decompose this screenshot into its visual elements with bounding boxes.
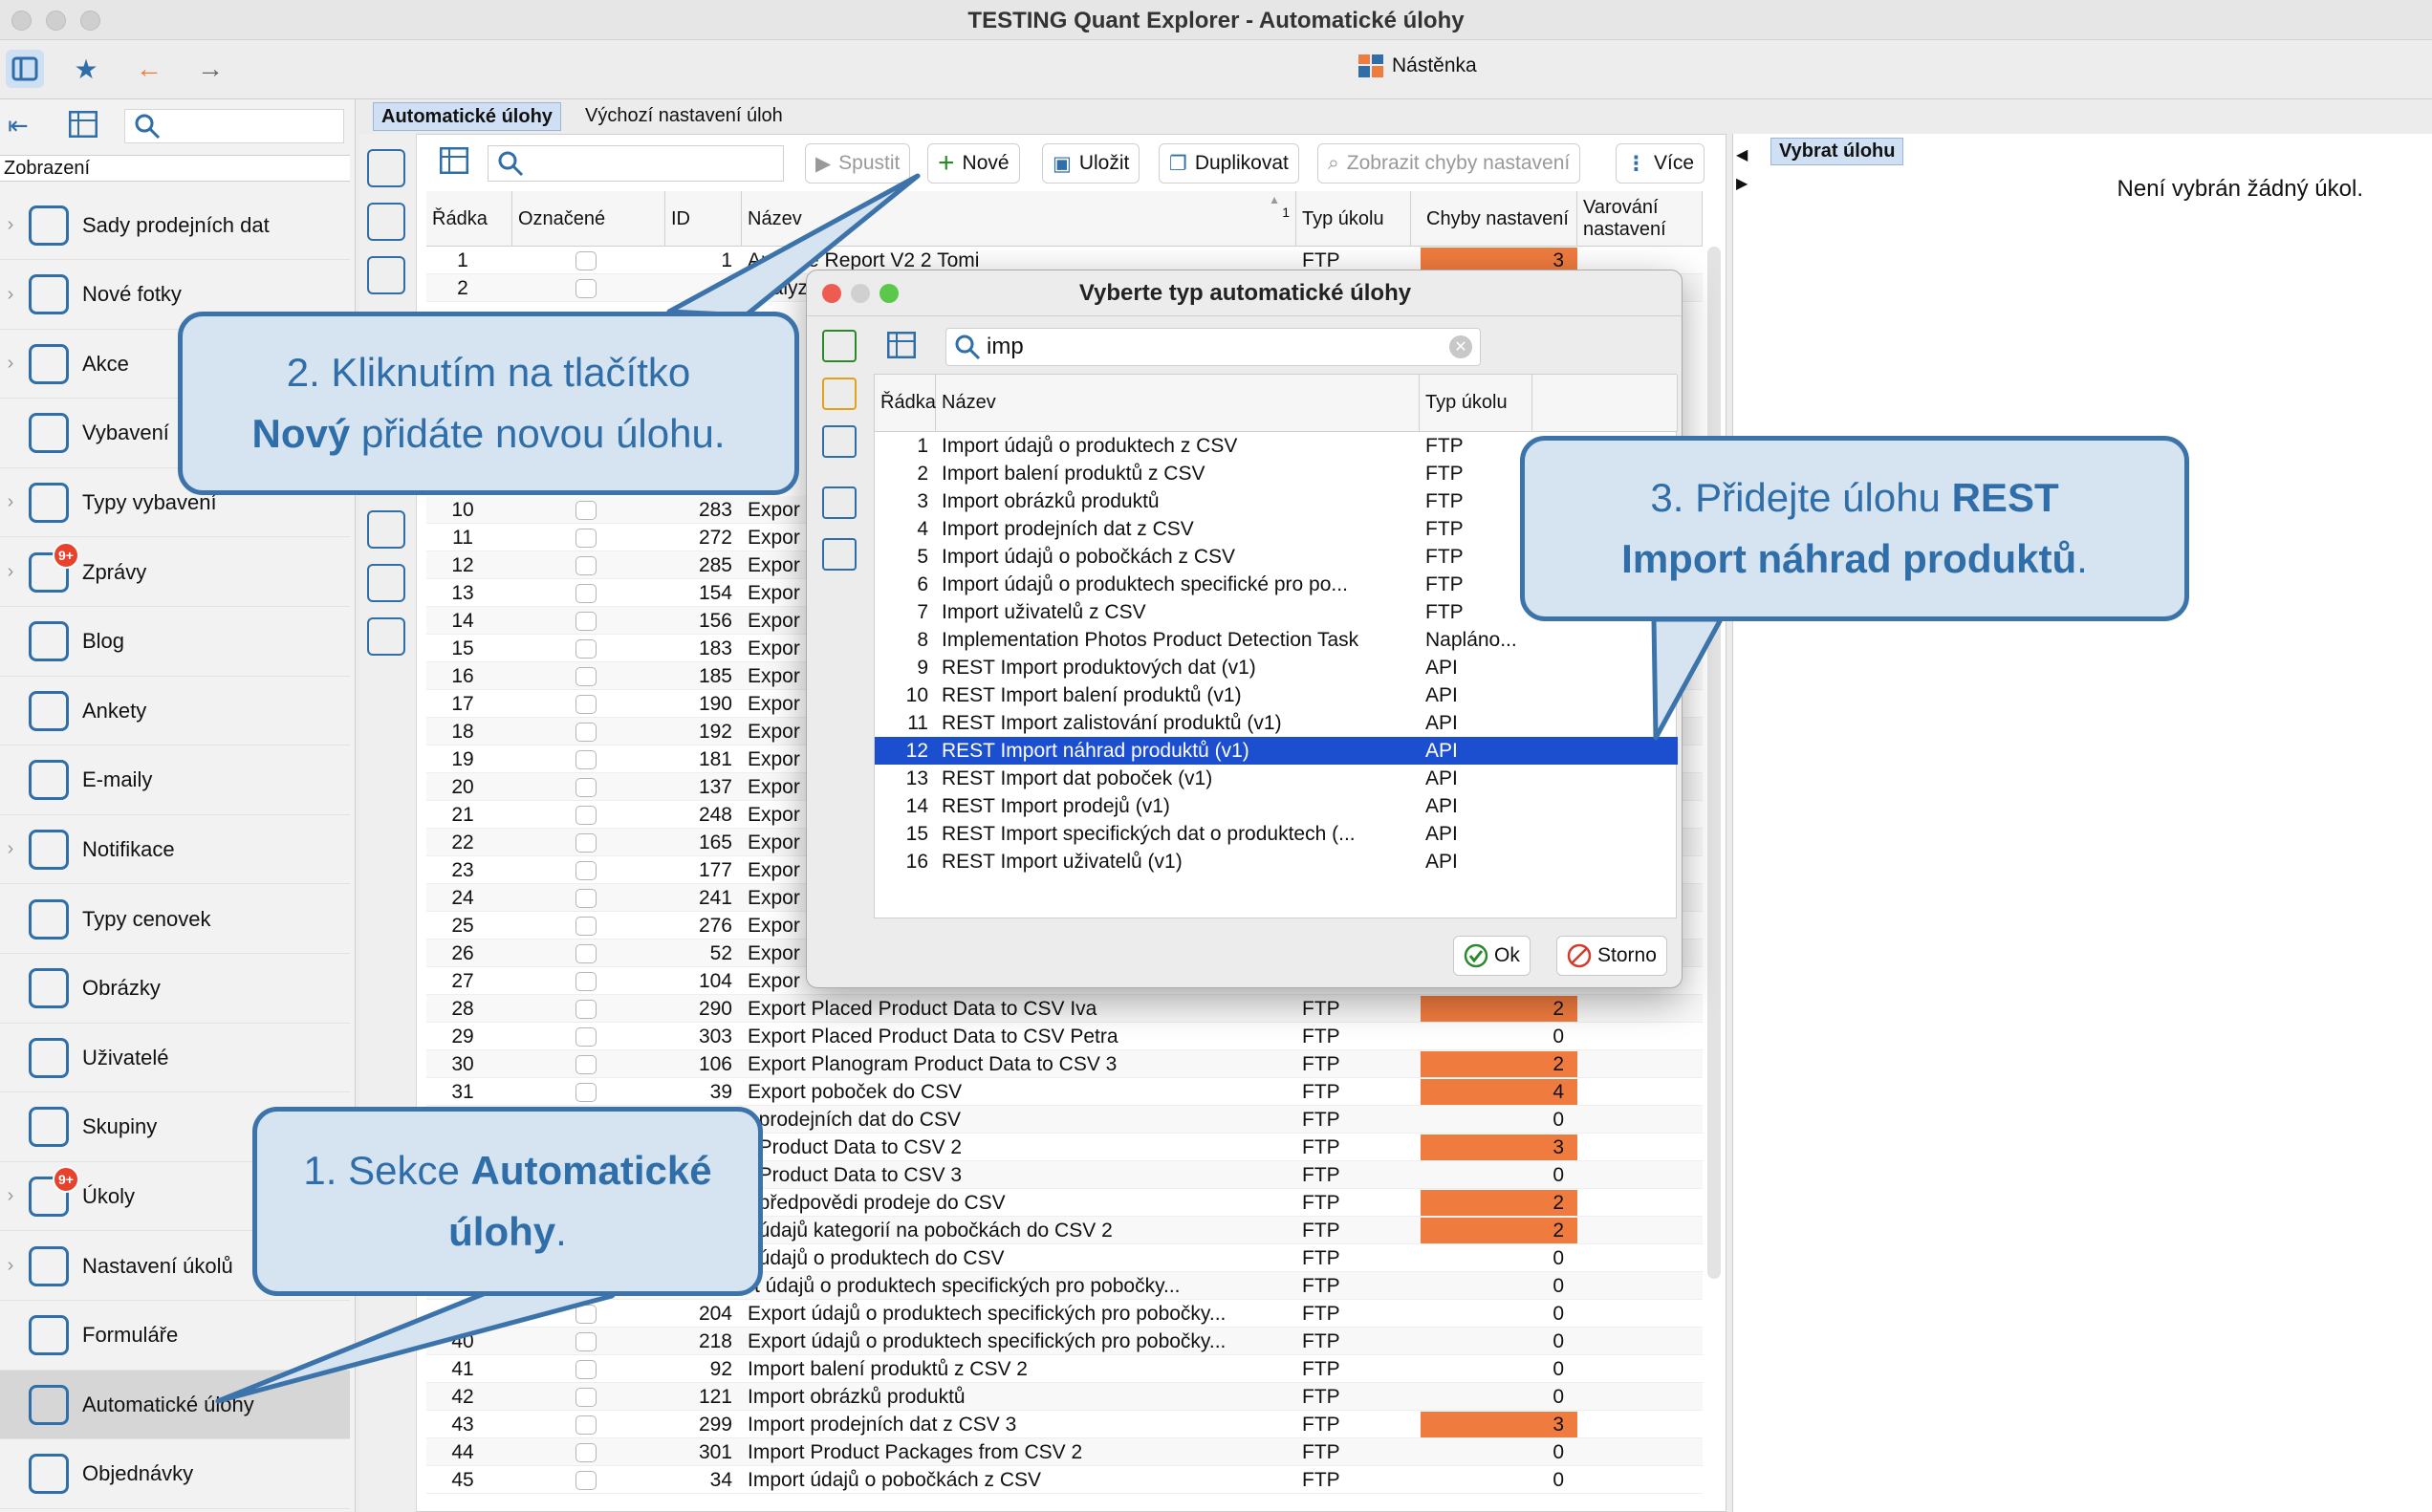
callout-3-bold-2: Import náhrad produktů [1621,536,2077,581]
callout-3-pointer [1651,616,1724,741]
callout-2-post: přidáte novou úlohu. [350,411,726,456]
callout-1-post: . [555,1209,567,1254]
callout-3-text: 3. Přidejte úlohu [1650,475,1952,520]
callout-step-3: 3. Přidejte úlohu REST Import náhrad pro… [1520,436,2189,621]
callout-3-post: . [2076,536,2088,581]
callout-3-line-1: 3. Přidejte úlohu REST [1525,467,2184,529]
callout-3-line-2: Import náhrad produktů. [1525,529,2184,590]
callout-1-bold-2: úlohy [448,1209,556,1254]
callout-step-2: 2. Kliknutím na tlačítko Nový přidáte no… [178,312,799,495]
callout-2-line-2: Nový přidáte novou úlohu. [183,403,794,464]
callout-1-bold: Automatické [470,1148,712,1193]
callout-2-bold: Nový [251,411,351,456]
callout-2-line-1: 2. Kliknutím na tlačítko [286,350,691,395]
callout-1-line-2: úlohy. [257,1201,758,1263]
callout-1-text: 1. Sekce [303,1148,471,1193]
callout-2-pointer [666,173,921,318]
callout-1-line-1: 1. Sekce Automatické [257,1140,758,1201]
callout-3-bold: REST [1951,475,2059,520]
callout-step-1: 1. Sekce Automatické úlohy. [252,1107,763,1296]
